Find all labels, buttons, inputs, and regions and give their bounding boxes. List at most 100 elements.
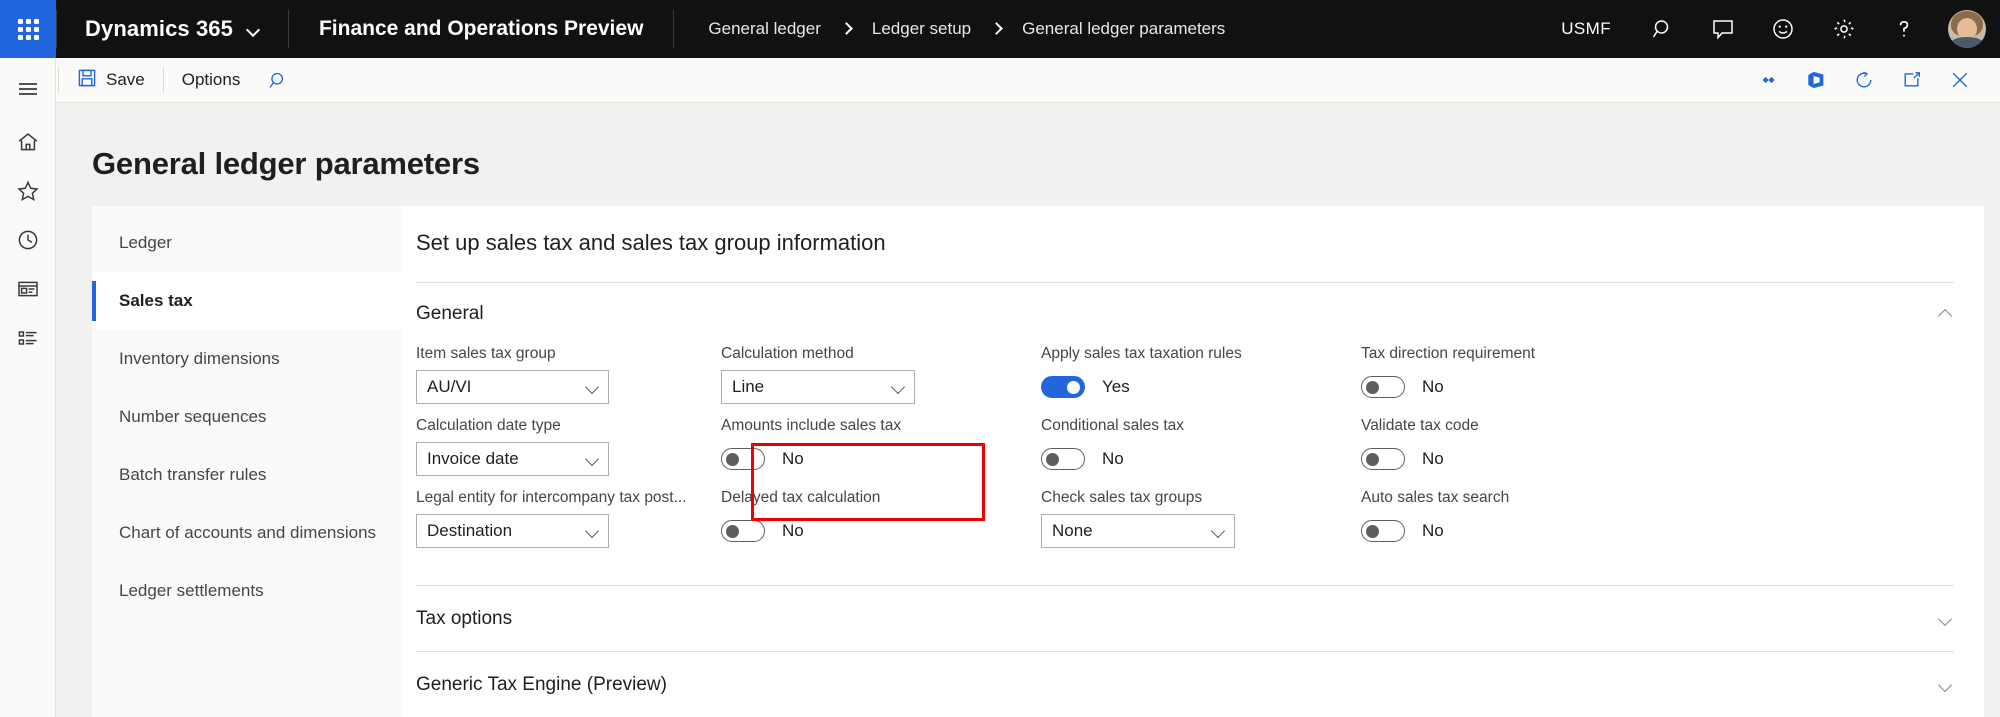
- field-label: Apply sales tax taxation rules: [1041, 345, 1242, 362]
- toggle-row: No: [721, 442, 1041, 476]
- field-column-4: Tax direction requirement No Validate ta…: [1361, 343, 1681, 559]
- legal-entity-intercompany-tax-combobox[interactable]: Destination: [416, 514, 609, 548]
- field-calculation-method: Calculation method Line: [721, 343, 1041, 415]
- combobox-value: Invoice date: [427, 449, 519, 468]
- field-column-1: Item sales tax group AU/VI Calculation d…: [416, 343, 721, 559]
- tab-ledger[interactable]: Ledger: [92, 214, 402, 272]
- modules-list-icon[interactable]: [0, 313, 56, 362]
- chevron-down-icon: [891, 380, 906, 395]
- settings-gear-icon[interactable]: [1814, 0, 1874, 58]
- field-tax-direction-requirement: Tax direction requirement No: [1361, 343, 1681, 415]
- refresh-icon[interactable]: [1842, 61, 1886, 99]
- save-button[interactable]: Save: [61, 61, 161, 99]
- home-icon[interactable]: [0, 117, 56, 166]
- parameter-form-panel: Set up sales tax and sales tax group inf…: [402, 206, 1984, 717]
- toggle-knob: [1366, 453, 1379, 466]
- tab-chart-of-accounts-and-dimensions[interactable]: Chart of accounts and dimensions: [92, 504, 402, 562]
- field-apply-sales-tax-taxation-rules: Apply sales tax taxation rules Yes: [1041, 343, 1361, 415]
- dynamics-brand-button[interactable]: Dynamics 365: [57, 0, 288, 58]
- user-avatar[interactable]: [1934, 0, 2000, 58]
- tab-label: Ledger settlements: [119, 581, 264, 600]
- field-label: Calculation date type: [416, 417, 561, 434]
- field-calculation-date-type: Calculation date type Invoice date: [416, 415, 721, 487]
- section-title: Generic Tax Engine (Preview): [416, 673, 667, 695]
- options-button[interactable]: Options: [166, 61, 257, 99]
- auto-sales-tax-search-toggle[interactable]: [1361, 520, 1405, 542]
- validate-tax-code-toggle[interactable]: [1361, 448, 1405, 470]
- toggle-knob: [1067, 381, 1080, 394]
- field-label: Validate tax code: [1361, 417, 1479, 434]
- chevron-up-icon[interactable]: [1938, 306, 1954, 322]
- content-area: Ledger Sales tax Inventory dimensions Nu…: [92, 206, 1984, 717]
- toggle-row: No: [1041, 442, 1361, 476]
- breadcrumb-item-general-ledger[interactable]: General ledger: [708, 19, 820, 39]
- chevron-down-icon[interactable]: [1938, 611, 1954, 627]
- field-label: Legal entity for intercompany tax post..…: [416, 489, 687, 506]
- toggle-row: No: [1361, 442, 1681, 476]
- office-app-icon[interactable]: [1794, 61, 1838, 99]
- chevron-right-icon: [841, 22, 852, 36]
- toggle-row: No: [721, 514, 1041, 548]
- search-icon[interactable]: [1633, 0, 1693, 58]
- apply-sales-tax-taxation-rules-toggle[interactable]: [1041, 376, 1085, 398]
- tax-direction-requirement-toggle[interactable]: [1361, 376, 1405, 398]
- check-sales-tax-groups-combobox[interactable]: None: [1041, 514, 1235, 548]
- chevron-down-icon: [585, 452, 600, 467]
- company-selector-button[interactable]: USMF: [1539, 19, 1633, 39]
- waffle-menu-button[interactable]: [0, 0, 56, 58]
- field-legal-entity-for-intercompany-tax-posting: Legal entity for intercompany tax post..…: [416, 487, 721, 559]
- combobox-value: AU/VI: [427, 377, 472, 396]
- toggle-knob: [1366, 381, 1379, 394]
- tab-number-sequences[interactable]: Number sequences: [92, 388, 402, 446]
- field-label: Auto sales tax search: [1361, 489, 1510, 506]
- toggle-value: No: [1422, 521, 1444, 540]
- calculation-date-type-combobox[interactable]: Invoice date: [416, 442, 609, 476]
- breadcrumb-item-general-ledger-parameters[interactable]: General ledger parameters: [1022, 19, 1225, 39]
- field-item-sales-tax-group: Item sales tax group AU/VI: [416, 343, 721, 415]
- toggle-knob: [726, 453, 739, 466]
- section-header-generic-tax-engine[interactable]: Generic Tax Engine (Preview): [402, 652, 1984, 717]
- panel-heading-wrap: Set up sales tax and sales tax group inf…: [402, 206, 1984, 256]
- help-question-icon[interactable]: [1874, 0, 1934, 58]
- nav-menu-hamburger[interactable]: [0, 64, 56, 113]
- section-header-general[interactable]: General: [402, 283, 1984, 343]
- tab-batch-transfer-rules[interactable]: Batch transfer rules: [92, 446, 402, 504]
- feedback-smiley-icon[interactable]: [1753, 0, 1813, 58]
- left-navigation-rail: [0, 58, 56, 717]
- field-label: Item sales tax group: [416, 345, 556, 362]
- field-conditional-sales-tax: Conditional sales tax No: [1041, 415, 1361, 487]
- tab-inventory-dimensions[interactable]: Inventory dimensions: [92, 330, 402, 388]
- tab-label: Inventory dimensions: [119, 349, 280, 368]
- section-header-tax-options[interactable]: Tax options: [402, 586, 1984, 651]
- combobox-value: None: [1052, 521, 1093, 540]
- tab-sales-tax[interactable]: Sales tax: [92, 272, 402, 330]
- tab-label: Chart of accounts and dimensions: [119, 523, 377, 542]
- toggle-row: Yes: [1041, 370, 1361, 404]
- field-label: Delayed tax calculation: [721, 489, 881, 506]
- recent-clock-icon[interactable]: [0, 215, 56, 264]
- toggle-row: No: [1361, 370, 1681, 404]
- workspaces-icon[interactable]: [0, 264, 56, 313]
- options-label: Options: [181, 70, 241, 89]
- search-icon[interactable]: [256, 61, 300, 99]
- breadcrumb-item-ledger-setup[interactable]: Ledger setup: [872, 19, 971, 39]
- field-label: Calculation method: [721, 345, 854, 362]
- favorites-star-icon[interactable]: [0, 166, 56, 215]
- field-auto-sales-tax-search: Auto sales tax search No: [1361, 487, 1681, 559]
- conditional-sales-tax-toggle[interactable]: [1041, 448, 1085, 470]
- panel-heading: Set up sales tax and sales tax group inf…: [416, 230, 886, 255]
- open-in-new-window-icon[interactable]: [1890, 61, 1934, 99]
- message-icon[interactable]: [1693, 0, 1753, 58]
- tab-ledger-settlements[interactable]: Ledger settlements: [92, 562, 402, 620]
- attach-link-icon[interactable]: [1746, 61, 1790, 99]
- action-bar: Save Options: [56, 58, 2000, 103]
- delayed-tax-calculation-toggle[interactable]: [721, 520, 765, 542]
- item-sales-tax-group-combobox[interactable]: AU/VI: [416, 370, 609, 404]
- chevron-down-icon: [1211, 524, 1226, 539]
- calculation-method-combobox[interactable]: Line: [721, 370, 915, 404]
- toggle-value: No: [1422, 377, 1444, 396]
- close-icon[interactable]: [1938, 61, 1982, 99]
- amounts-include-sales-tax-toggle[interactable]: [721, 448, 765, 470]
- chevron-down-icon[interactable]: [1938, 677, 1954, 693]
